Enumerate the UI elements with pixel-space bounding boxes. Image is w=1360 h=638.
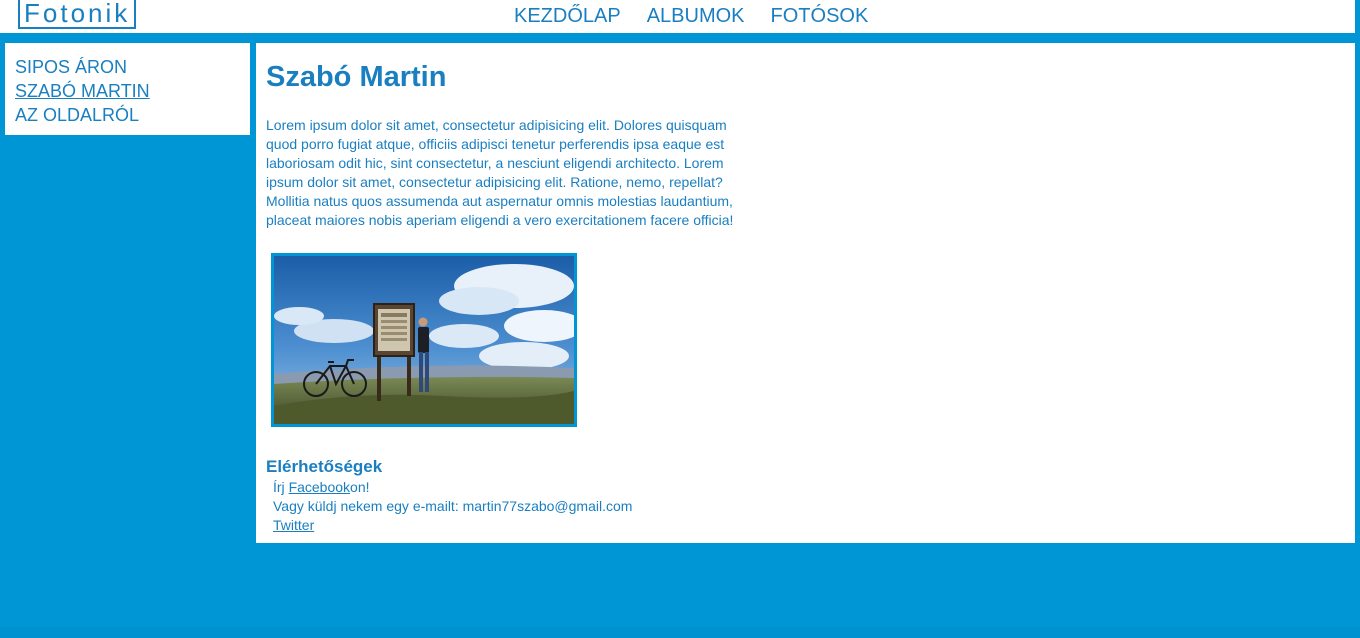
twitter-link[interactable]: Twitter <box>273 517 314 533</box>
twitter-line: Twitter <box>273 516 632 535</box>
sidebar-link-about[interactable]: AZ OLDALRÓL <box>15 105 139 125</box>
email-line: Vagy küldj nekem egy e-mailt: martin77sz… <box>273 498 633 514</box>
main-content: Szabó Martin Lorem ipsum dolor sit amet,… <box>256 43 1355 543</box>
main-nav: KEZDŐLAP ALBUMOK FOTÓSOK <box>514 4 868 28</box>
sidebar: SIPOS ÁRON SZABÓ MARTIN AZ OLDALRÓL <box>5 43 250 135</box>
sidebar-item: SZABÓ MARTIN <box>15 79 250 103</box>
sidebar-link-szabo-martin[interactable]: SZABÓ MARTIN <box>15 81 150 101</box>
profile-photo[interactable] <box>271 253 577 427</box>
header-edge <box>1355 0 1360 33</box>
facebook-line: Írj Facebookon! <box>273 478 632 497</box>
page-title: Szabó Martin <box>266 61 447 93</box>
sidebar-item: AZ OLDALRÓL <box>15 103 250 127</box>
site-logo[interactable]: Fotonik <box>18 0 137 29</box>
site-header: Fotonik KEZDŐLAP ALBUMOK FOTÓSOK <box>0 0 1355 33</box>
photo-illustration <box>274 256 574 424</box>
intro-paragraph: Lorem ipsum dolor sit amet, consectetur … <box>266 117 734 228</box>
contacts-block: Írj Facebookon! Vagy küldj nekem egy e-m… <box>273 478 632 535</box>
sidebar-link-sipos-aron[interactable]: SIPOS ÁRON <box>15 57 127 77</box>
sidebar-item: SIPOS ÁRON <box>15 55 250 79</box>
footer-strip <box>0 627 1360 638</box>
contacts-heading: Elérhetőségek <box>266 457 383 476</box>
sidebar-list: SIPOS ÁRON SZABÓ MARTIN AZ OLDALRÓL <box>5 43 250 127</box>
nav-link-home[interactable]: KEZDŐLAP <box>514 4 621 28</box>
facebook-suffix: on! <box>350 479 370 495</box>
facebook-prefix: Írj <box>273 479 289 495</box>
nav-link-photographers[interactable]: FOTÓSOK <box>771 4 869 28</box>
nav-link-albums[interactable]: ALBUMOK <box>647 4 745 28</box>
facebook-link[interactable]: Facebook <box>289 479 350 495</box>
